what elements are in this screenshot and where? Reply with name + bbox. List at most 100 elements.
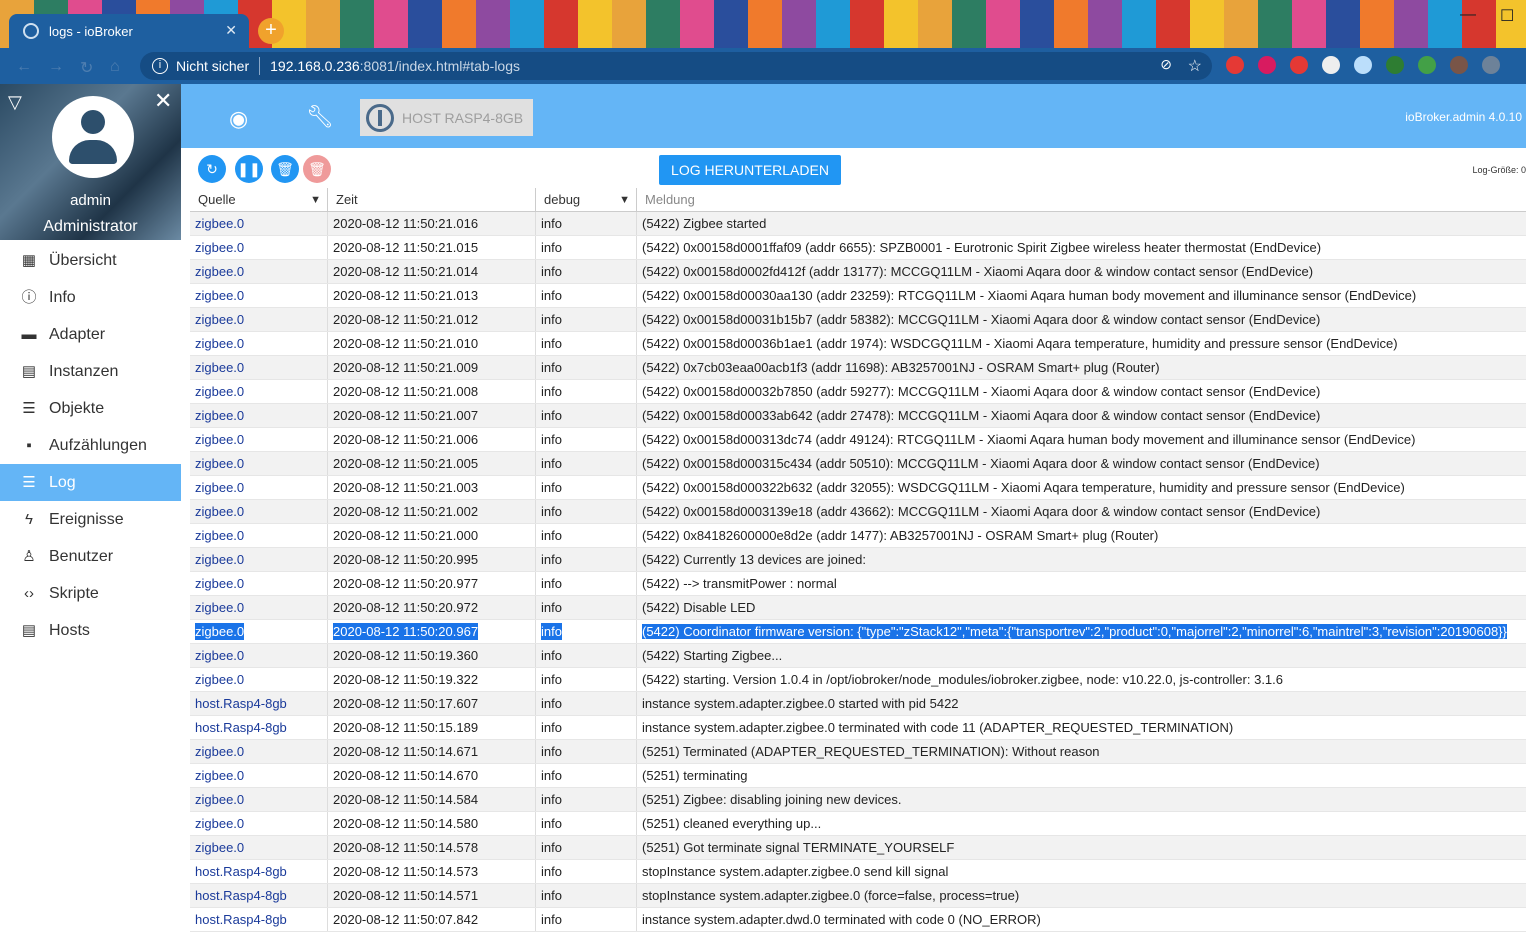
site-info-icon[interactable]: i (152, 58, 168, 74)
table-row[interactable]: zigbee.0 2020-08-12 11:50:20.977 info (5422… (190, 572, 1526, 596)
table-row[interactable]: zigbee.0 2020-08-12 11:50:19.322 info (5422… (190, 668, 1526, 692)
table-row[interactable]: zigbee.0 2020-08-12 11:50:21.008 info (5422… (190, 380, 1526, 404)
table-row[interactable]: zigbee.0 2020-08-12 11:50:20.995 info (5422… (190, 548, 1526, 572)
message-cell: (5422) Currently 13 devices are joined: (642, 552, 867, 567)
table-row[interactable]: zigbee.0 2020-08-12 11:50:21.007 info (5422… (190, 404, 1526, 428)
tracking-eye-icon[interactable]: ⊘ (1160, 56, 1172, 73)
source-filter-select[interactable]: Quelle ▼ (190, 188, 328, 211)
level-cell: info (536, 284, 637, 307)
table-row[interactable]: zigbee.0 2020-08-12 11:50:14.670 info (5251… (190, 764, 1526, 788)
chevron-down-icon: ▼ (619, 194, 630, 206)
source-cell: zigbee.0 (190, 500, 328, 523)
download-log-button[interactable]: LOG HERUNTERLADEN (659, 155, 841, 185)
reload-icon[interactable]: ↻ (80, 58, 93, 78)
table-row[interactable]: zigbee.0 2020-08-12 11:50:14.671 info (5251… (190, 740, 1526, 764)
forward-icon[interactable]: → (48, 58, 64, 76)
host-selector[interactable]: HOST RASP4-8GB (360, 99, 533, 136)
message-cell: (5422) starting. Version 1.0.4 in /opt/i… (642, 672, 1283, 687)
extension-icon[interactable] (1258, 56, 1276, 74)
level-cell: info (536, 404, 637, 427)
home-icon[interactable]: ⌂ (110, 58, 120, 76)
wrench-icon[interactable]: 🔧︎ (306, 104, 334, 130)
table-row[interactable]: zigbee.0 2020-08-12 11:50:21.003 info (5422… (190, 476, 1526, 500)
table-row[interactable]: zigbee.0 2020-08-12 11:50:19.360 info (5422… (190, 644, 1526, 668)
table-row[interactable]: zigbee.0 2020-08-12 11:50:14.584 info (5251… (190, 788, 1526, 812)
browser-tab[interactable]: logs - ioBroker ✕ (9, 14, 249, 48)
url-bar[interactable]: i Nicht sicher 192.168.0.236:8081/index.… (140, 52, 1212, 80)
table-row[interactable]: zigbee.0 2020-08-12 11:50:20.967 info (5422… (190, 620, 1526, 644)
table-row[interactable]: zigbee.0 2020-08-12 11:50:21.000 info (5422… (190, 524, 1526, 548)
table-row[interactable]: zigbee.0 2020-08-12 11:50:21.009 info (5422… (190, 356, 1526, 380)
sidebar-item-log[interactable]: ☰ Log (0, 464, 181, 501)
message-cell: (5422) 0x7cb03eaa00acb1f3 (addr 11698): … (642, 360, 1160, 375)
sidebar-item-info[interactable]: ⓘ Info (0, 279, 181, 316)
extension-icon[interactable] (1386, 56, 1404, 74)
refresh-button[interactable]: ↻ (198, 155, 226, 183)
message-filter-input[interactable]: Meldung (637, 188, 1526, 211)
sidebar-item-ereignisse[interactable]: ϟ Ereignisse (0, 501, 181, 538)
sidebar-item-label: Instanzen (49, 362, 119, 380)
extension-icon[interactable] (1482, 56, 1500, 74)
delete-on-disk-button[interactable]: 🗑︎ (303, 155, 331, 183)
table-row[interactable]: host.Rasp4-8gb 2020-08-12 11:50:14.571 inf… (190, 884, 1526, 908)
extension-icon[interactable] (1226, 56, 1244, 74)
level-cell: info (536, 452, 637, 475)
sidebar-item-objekte[interactable]: ☰ Objekte (0, 390, 181, 427)
sidebar-item-benutzer[interactable]: ♙ Benutzer (0, 538, 181, 575)
table-row[interactable]: host.Rasp4-8gb 2020-08-12 11:50:15.189 inf… (190, 716, 1526, 740)
eye-icon[interactable]: ◉ (229, 106, 248, 132)
table-row[interactable]: zigbee.0 2020-08-12 11:50:21.014 info (5422… (190, 260, 1526, 284)
pause-button[interactable]: ❚❚ (235, 155, 263, 183)
back-icon[interactable]: ← (16, 58, 32, 76)
sidebar-item-skripte[interactable]: ‹› Skripte (0, 575, 181, 612)
bookmark-star-icon[interactable]: ☆ (1188, 56, 1202, 76)
time-cell: 2020-08-12 11:50:20.977 (328, 572, 536, 595)
table-row[interactable]: host.Rasp4-8gb 2020-08-12 11:50:17.607 inf… (190, 692, 1526, 716)
user-name: admin (70, 192, 111, 209)
level-cell: info (536, 380, 637, 403)
level-cell: info (536, 860, 637, 883)
sidebar-item-aufzaehlungen[interactable]: ▪ Aufzählungen (0, 427, 181, 464)
url-path: :8081/index.html#tab-logs (359, 58, 520, 74)
table-row[interactable]: zigbee.0 2020-08-12 11:50:21.013 info (5422… (190, 284, 1526, 308)
table-row[interactable]: host.Rasp4-8gb 2020-08-12 11:50:07.842 inf… (190, 908, 1526, 932)
source-cell: zigbee.0 (190, 452, 328, 475)
minimize-icon[interactable]: — (1460, 6, 1476, 24)
sidebar-header: ▽ ✕ admin Administrator (0, 84, 181, 240)
level-cell: info (536, 620, 637, 643)
extension-icon[interactable] (1354, 56, 1372, 74)
table-header: Quelle ▼ Zeit debug ▼ Meldung (190, 188, 1526, 212)
level-cell: info (536, 908, 637, 931)
source-cell: zigbee.0 (190, 524, 328, 547)
new-tab-button[interactable]: + (258, 18, 284, 44)
table-row[interactable]: host.Rasp4-8gb 2020-08-12 11:50:14.573 inf… (190, 860, 1526, 884)
sidebar-item-hosts[interactable]: ▤ Hosts (0, 612, 181, 649)
time-filter-input[interactable]: Zeit (328, 188, 536, 211)
source-cell: zigbee.0 (190, 644, 328, 667)
close-icon[interactable]: ✕ (154, 88, 172, 114)
level-cell: info (536, 836, 637, 859)
table-row[interactable]: zigbee.0 2020-08-12 11:50:21.016 info (5422… (190, 212, 1526, 236)
table-row[interactable]: zigbee.0 2020-08-12 11:50:20.972 info (5422… (190, 596, 1526, 620)
extension-icon[interactable] (1322, 56, 1340, 74)
table-row[interactable]: zigbee.0 2020-08-12 11:50:21.002 info (5422… (190, 500, 1526, 524)
source-cell: zigbee.0 (190, 620, 328, 643)
table-row[interactable]: zigbee.0 2020-08-12 11:50:14.578 info (5251… (190, 836, 1526, 860)
tab-close-icon[interactable]: ✕ (225, 22, 237, 39)
time-cell: 2020-08-12 11:50:21.003 (328, 476, 536, 499)
table-row[interactable]: zigbee.0 2020-08-12 11:50:14.580 info (5251… (190, 812, 1526, 836)
delete-button[interactable]: 🗑︎ (271, 155, 299, 183)
extension-icon[interactable] (1450, 56, 1468, 74)
table-row[interactable]: zigbee.0 2020-08-12 11:50:21.015 info (5422… (190, 236, 1526, 260)
table-row[interactable]: zigbee.0 2020-08-12 11:50:21.006 info (5422… (190, 428, 1526, 452)
maximize-icon[interactable]: ☐ (1500, 6, 1514, 26)
table-row[interactable]: zigbee.0 2020-08-12 11:50:21.010 info (5422… (190, 332, 1526, 356)
extension-icon[interactable] (1418, 56, 1436, 74)
sidebar-item-adapter[interactable]: ▬ Adapter (0, 316, 181, 353)
sidebar-item-uebersicht[interactable]: ▦ Übersicht (0, 242, 181, 279)
table-row[interactable]: zigbee.0 2020-08-12 11:50:21.005 info (5422… (190, 452, 1526, 476)
extension-icon[interactable] (1290, 56, 1308, 74)
table-row[interactable]: zigbee.0 2020-08-12 11:50:21.012 info (5422… (190, 308, 1526, 332)
sidebar-item-instanzen[interactable]: ▤ Instanzen (0, 353, 181, 390)
level-filter-select[interactable]: debug ▼ (536, 188, 637, 211)
